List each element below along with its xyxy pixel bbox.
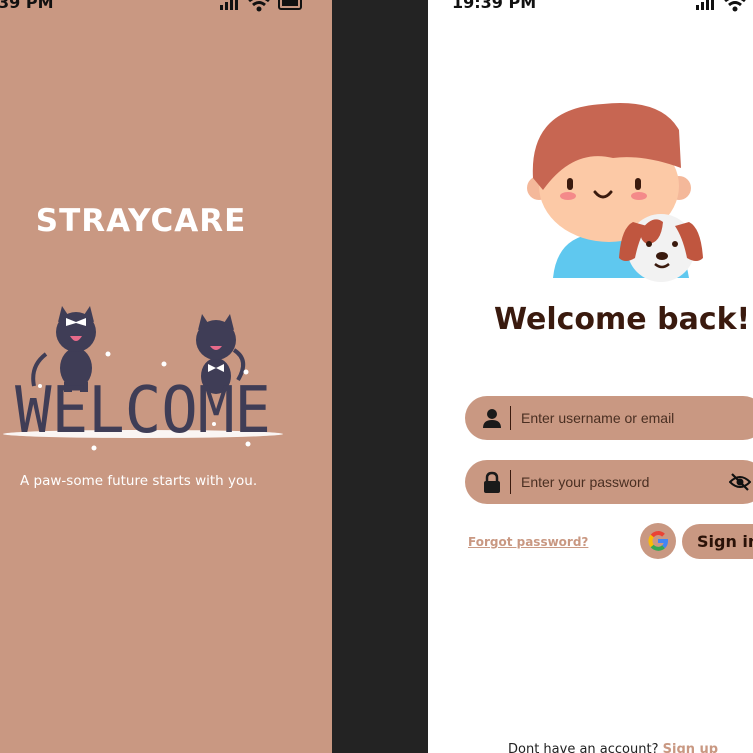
login-screen: 19:39 PM Welcome back! Enter username or… (428, 0, 753, 753)
forgot-password-link[interactable]: Forgot password? (468, 535, 588, 549)
google-icon (648, 531, 668, 551)
welcome-cats-illustration: WELCOME (3, 306, 283, 451)
eye-off-icon[interactable] (729, 472, 751, 492)
password-input[interactable] (521, 460, 721, 504)
signup-prompt-text: Dont have an account? (508, 742, 659, 753)
google-signin-button[interactable] (640, 523, 676, 559)
username-input[interactable] (521, 396, 721, 440)
status-bar-icons (696, 0, 746, 12)
user-icon (483, 409, 501, 428)
screen-divider (332, 0, 428, 753)
field-separator (510, 406, 511, 430)
signal-icon (696, 0, 714, 10)
wifi-icon (724, 0, 746, 12)
splash-screen: 39 PM STRAYCARE WELCOME A paw-some futur… (0, 0, 332, 753)
signup-prompt: Dont have an account? Sign up (508, 742, 718, 753)
app-title: STRAYCARE (35, 203, 247, 239)
status-bar-icons (220, 0, 304, 12)
username-field[interactable] (465, 396, 753, 440)
wifi-icon (248, 0, 270, 12)
status-time: 39 PM (0, 0, 54, 12)
signal-icon (220, 0, 238, 10)
sign-in-button[interactable]: Sign in (682, 524, 753, 559)
battery-icon (278, 0, 302, 10)
status-time: 19:39 PM (452, 0, 537, 12)
password-field[interactable] (465, 460, 753, 504)
welcome-word: WELCOME (15, 374, 271, 448)
welcome-title: Welcome back! (494, 302, 751, 337)
tagline: A paw-some future starts with you. (20, 473, 258, 489)
lock-icon (484, 471, 500, 493)
sign-up-link[interactable]: Sign up (663, 742, 718, 753)
boy-with-dog-illustration (527, 103, 703, 282)
field-separator (510, 470, 511, 494)
